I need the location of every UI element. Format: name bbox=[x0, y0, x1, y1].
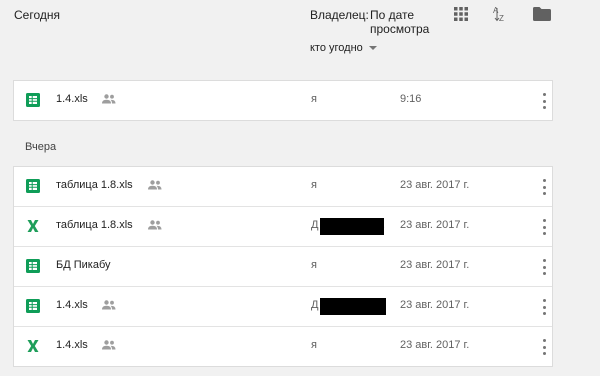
group-header-today: Сегодня bbox=[14, 8, 60, 22]
shared-people-icon bbox=[102, 300, 116, 310]
shared-people-icon bbox=[148, 180, 162, 190]
sort-az-icon[interactable]: A Z bbox=[490, 6, 510, 23]
file-list-yesterday: таблица 1.8.xls я 23 авг. 2017 г. таблиц… bbox=[13, 166, 553, 367]
file-owner: я bbox=[311, 93, 317, 105]
file-name: 1.4.xls bbox=[56, 299, 88, 311]
file-date: 23 авг. 2017 г. bbox=[400, 259, 470, 271]
file-list-today: 1.4.xls я 9:16 bbox=[13, 80, 553, 121]
svg-text:Z: Z bbox=[499, 14, 504, 23]
file-date: 23 авг. 2017 г. bbox=[400, 219, 470, 231]
file-owner: я bbox=[311, 339, 317, 351]
file-row[interactable]: таблица 1.8.xls я 23 авг. 2017 г. bbox=[14, 167, 552, 207]
file-owner: я bbox=[311, 179, 317, 191]
more-options-icon[interactable] bbox=[542, 93, 546, 109]
more-options-icon[interactable] bbox=[542, 299, 546, 315]
file-owner: я bbox=[311, 259, 317, 271]
google-sheets-icon bbox=[26, 299, 40, 313]
dropdown-arrow-icon bbox=[368, 46, 377, 50]
file-name: 1.4.xls bbox=[56, 339, 88, 351]
owner-filter-label: Владелец: bbox=[310, 8, 369, 22]
excel-icon bbox=[27, 340, 39, 352]
file-date: 23 авг. 2017 г. bbox=[400, 179, 470, 191]
google-sheets-icon bbox=[26, 259, 40, 273]
redaction-bar bbox=[320, 218, 384, 235]
google-sheets-icon bbox=[26, 93, 40, 107]
more-options-icon[interactable] bbox=[542, 259, 546, 275]
file-date: 9:16 bbox=[400, 93, 422, 105]
owner-filter-value: кто угодно bbox=[310, 42, 363, 54]
shared-people-icon bbox=[102, 340, 116, 350]
file-row[interactable]: 1.4.xls Д 23 авг. 2017 г. bbox=[14, 287, 552, 327]
redaction-bar bbox=[320, 298, 386, 315]
google-sheets-icon bbox=[26, 179, 40, 193]
file-name: БД Пикабу bbox=[56, 259, 111, 271]
owner-filter-dropdown[interactable]: кто угодно bbox=[310, 42, 377, 54]
file-name: 1.4.xls bbox=[56, 93, 88, 105]
file-row[interactable]: 1.4.xls я 9:16 bbox=[14, 81, 552, 120]
grid-view-icon[interactable] bbox=[451, 6, 471, 22]
excel-icon bbox=[27, 220, 39, 232]
group-header-yesterday: Вчера bbox=[25, 141, 57, 153]
file-date: 23 авг. 2017 г. bbox=[400, 299, 470, 311]
more-options-icon[interactable] bbox=[542, 339, 546, 355]
more-options-icon[interactable] bbox=[542, 219, 546, 235]
shared-people-icon bbox=[148, 220, 162, 230]
file-date: 23 авг. 2017 г. bbox=[400, 339, 470, 351]
sort-order-button[interactable]: По дате просмотра bbox=[370, 8, 450, 36]
file-owner: Д bbox=[311, 299, 319, 311]
shared-people-icon bbox=[102, 94, 116, 104]
file-row[interactable]: БД Пикабу я 23 авг. 2017 г. bbox=[14, 247, 552, 287]
file-name: таблица 1.8.xls bbox=[56, 219, 133, 231]
file-name: таблица 1.8.xls bbox=[56, 179, 133, 191]
file-owner: Д bbox=[311, 219, 319, 231]
more-options-icon[interactable] bbox=[542, 179, 546, 195]
file-row[interactable]: 1.4.xls я 23 авг. 2017 г. bbox=[14, 327, 552, 366]
folder-icon[interactable] bbox=[532, 6, 552, 22]
file-row[interactable]: таблица 1.8.xls Д . 23 авг. 2017 г. bbox=[14, 207, 552, 247]
